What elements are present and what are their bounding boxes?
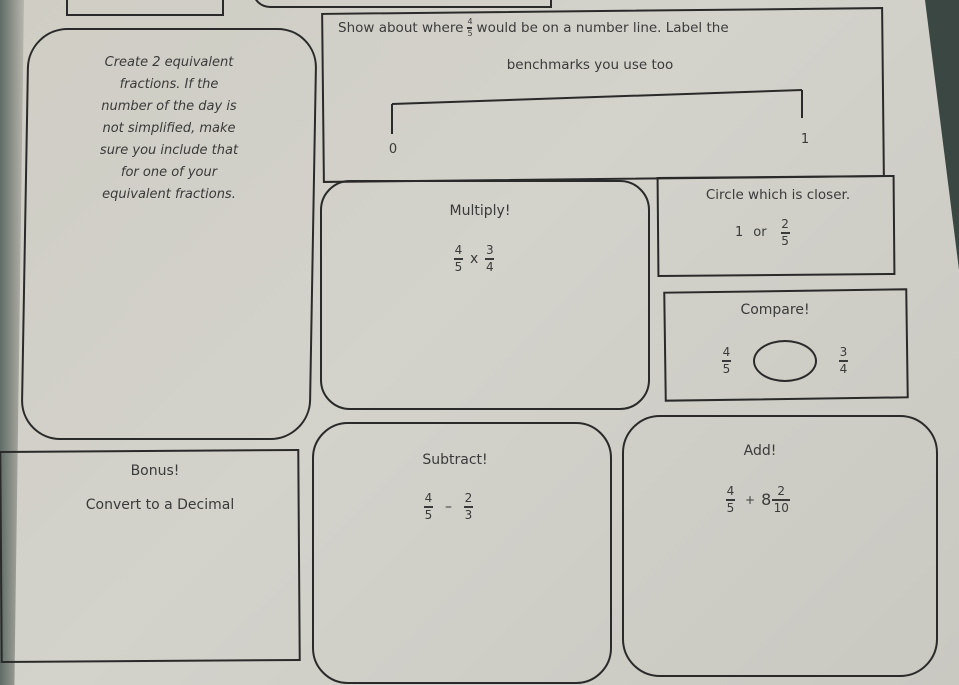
multiply-title: Multiply!: [449, 203, 511, 219]
subtract-expression: 4 5 – 2 3: [420, 492, 477, 522]
numerator: 4: [467, 17, 473, 26]
denominator: 5: [467, 28, 473, 38]
equivalent-fractions-instructions: Create 2 equivalent fractions. If the nu…: [64, 52, 274, 206]
numerator: 2: [781, 217, 789, 231]
instruction-line: sure you include that: [99, 143, 239, 158]
numerator: 3: [485, 243, 494, 257]
denominator: 5: [722, 361, 731, 376]
multiply-expression: 4 5 x 3 4: [450, 244, 498, 274]
denominator: 4: [839, 361, 848, 376]
number-line-prompt: Show about where 4 5 would be on a number…: [338, 18, 729, 38]
compare-expression: 45 34: [718, 340, 852, 382]
number-line[interactable]: [380, 82, 820, 142]
numerator: 4: [454, 243, 463, 257]
denominator: 5: [424, 507, 433, 522]
whole-number: 8: [761, 490, 772, 510]
option-one[interactable]: 1: [735, 225, 743, 240]
number-line-axis: [391, 89, 803, 105]
top-box-left: [66, 0, 224, 16]
denominator: 3: [464, 507, 473, 522]
numerator: 4: [726, 484, 735, 498]
instruction-line: equivalent fractions.: [102, 187, 236, 202]
prompt-text: Show about where: [338, 19, 464, 36]
closer-title: Circle which is closer.: [705, 187, 851, 203]
bonus-box[interactable]: [0, 448, 301, 664]
instruction-line: Create 2 equivalent: [104, 55, 234, 70]
subtract-title: Subtract!: [422, 452, 488, 468]
multiply-operator: x: [470, 250, 479, 267]
number-line-label-zero: 0: [388, 142, 398, 157]
instruction-line: number of the day is: [101, 99, 237, 114]
denominator: 4: [485, 259, 494, 274]
add-title: Add!: [743, 443, 777, 459]
or-text: or: [753, 225, 767, 241]
instruction-line: not simplified, make: [102, 121, 236, 136]
numerator: 2: [777, 484, 786, 498]
add-expression: 4 5 + 8 2 10: [722, 485, 794, 515]
subtract-operator: –: [445, 498, 452, 515]
number-line-label-one: 1: [800, 132, 810, 147]
add-operator: +: [745, 492, 756, 507]
numerator: 4: [424, 491, 433, 505]
denominator: 5: [781, 233, 789, 248]
instruction-line: for one of your: [120, 165, 218, 180]
numerator: 4: [722, 345, 731, 360]
instruction-line: fractions. If the: [119, 77, 219, 92]
number-line-prompt-line2: benchmarks you use too: [506, 57, 674, 73]
option-fraction[interactable]: 25: [780, 217, 790, 248]
numerator: 3: [839, 345, 848, 360]
denominator: 5: [454, 259, 463, 274]
bonus-title: Bonus!: [130, 463, 180, 479]
prompt-text: would be on a number line. Label the: [476, 19, 729, 36]
denominator: 10: [773, 500, 789, 515]
bonus-subtitle: Convert to a Decimal: [85, 497, 235, 513]
denominator: 5: [726, 500, 735, 515]
compare-title: Compare!: [740, 302, 810, 318]
closer-options: 1 or 25: [735, 218, 794, 248]
compare-oval[interactable]: [753, 340, 817, 382]
numerator: 2: [464, 491, 473, 505]
top-box-right: [252, 0, 552, 8]
